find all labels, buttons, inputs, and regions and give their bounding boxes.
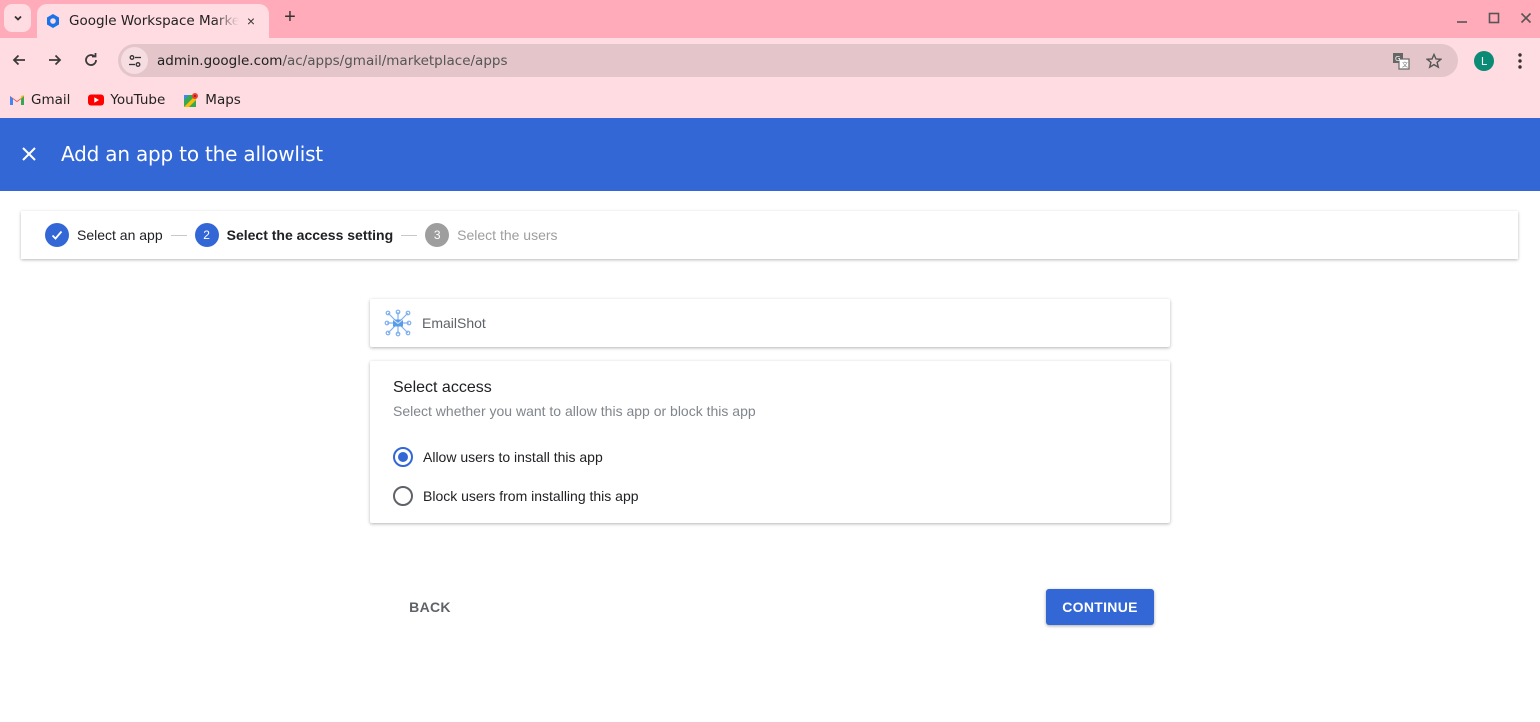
bookmark-youtube[interactable]: YouTube bbox=[88, 92, 165, 108]
chevron-down-icon bbox=[13, 15, 22, 21]
step-number-badge: 2 bbox=[194, 223, 219, 247]
bookmarks-bar: Gmail YouTube Maps bbox=[0, 82, 1540, 118]
translate-button[interactable]: G文 bbox=[1390, 50, 1412, 72]
star-icon bbox=[1426, 53, 1442, 69]
step-divider bbox=[401, 234, 418, 236]
gmail-icon bbox=[10, 95, 24, 105]
step-label: Select an app bbox=[77, 227, 163, 243]
bookmark-label: YouTube bbox=[110, 92, 166, 108]
step-label: Select the users bbox=[457, 227, 558, 243]
translate-icon: G文 bbox=[1393, 53, 1410, 70]
bookmark-gmail[interactable]: Gmail bbox=[9, 92, 70, 108]
more-vert-icon bbox=[1518, 53, 1522, 69]
arrow-left-icon bbox=[12, 54, 25, 66]
tune-icon bbox=[128, 54, 141, 67]
arrow-right-icon bbox=[49, 54, 62, 66]
step-label: Select the access setting bbox=[226, 227, 394, 243]
minimize-button[interactable] bbox=[1452, 8, 1472, 28]
profile-avatar[interactable]: L bbox=[1474, 51, 1494, 71]
window-close-button[interactable] bbox=[1516, 8, 1536, 28]
minimize-icon bbox=[1457, 21, 1467, 23]
svg-text:文: 文 bbox=[1402, 61, 1408, 69]
browser-toolbar: admin.google.com/ac/apps/gmail/marketpla… bbox=[0, 38, 1540, 82]
svg-text:G: G bbox=[1395, 55, 1400, 63]
back-button[interactable]: BACK bbox=[396, 589, 464, 625]
step-divider bbox=[170, 234, 187, 236]
access-title: Select access bbox=[393, 379, 492, 396]
radio-label: Allow users to install this app bbox=[423, 449, 603, 465]
radio-button-unchecked[interactable] bbox=[393, 486, 413, 506]
step-number-badge: 3 bbox=[425, 223, 450, 247]
browser-menu-button[interactable] bbox=[1510, 50, 1530, 72]
workspace-favicon-icon bbox=[47, 14, 59, 28]
page-title: Add an app to the allowlist bbox=[61, 142, 323, 166]
bookmark-star-button[interactable] bbox=[1423, 50, 1445, 72]
continue-button[interactable]: CONTINUE bbox=[1046, 589, 1154, 625]
browser-tab-bar: Google Workspace Marketplace × + bbox=[0, 0, 1540, 38]
step-select-users: 3 Select the users bbox=[425, 223, 558, 247]
bookmark-label: Maps bbox=[205, 92, 241, 108]
close-icon bbox=[1520, 12, 1532, 24]
close-icon bbox=[22, 147, 36, 161]
step-access-setting: 2 Select the access setting bbox=[194, 223, 394, 247]
forward-nav-button[interactable] bbox=[43, 48, 67, 72]
access-subtitle: Select whether you want to allow this ap… bbox=[393, 403, 756, 419]
maps-icon bbox=[184, 93, 199, 107]
tab-title: Google Workspace Marketplace bbox=[69, 13, 239, 29]
back-nav-button[interactable] bbox=[7, 48, 31, 72]
radio-allow-install[interactable]: Allow users to install this app bbox=[393, 447, 603, 467]
url-path: /ac/apps/gmail/marketplace/apps bbox=[282, 52, 508, 69]
new-tab-button[interactable]: + bbox=[279, 6, 301, 28]
stepper: Select an app 2 Select the access settin… bbox=[21, 211, 1518, 259]
tab-search-button[interactable] bbox=[4, 4, 31, 32]
bookmark-label: Gmail bbox=[31, 92, 71, 108]
reload-button[interactable] bbox=[79, 48, 103, 72]
address-bar[interactable]: admin.google.com/ac/apps/gmail/marketpla… bbox=[118, 44, 1458, 77]
tab-close-icon[interactable]: × bbox=[241, 11, 261, 31]
step-done-badge bbox=[45, 223, 69, 247]
radio-button-checked[interactable] bbox=[393, 447, 413, 467]
step-select-app: Select an app bbox=[45, 223, 163, 247]
radio-block-install[interactable]: Block users from installing this app bbox=[393, 486, 639, 506]
url-host: admin.google.com bbox=[157, 52, 283, 69]
radio-label: Block users from installing this app bbox=[423, 488, 639, 504]
browser-tab-active[interactable]: Google Workspace Marketplace × bbox=[37, 4, 269, 38]
youtube-icon bbox=[88, 94, 105, 106]
bookmark-maps[interactable]: Maps bbox=[183, 92, 241, 108]
maximize-icon bbox=[1488, 12, 1500, 24]
app-header: Add an app to the allowlist bbox=[0, 118, 1540, 191]
app-name: EmailShot bbox=[422, 315, 486, 331]
maximize-button[interactable] bbox=[1484, 8, 1504, 28]
select-access-card: Select access Select whether you want to… bbox=[370, 361, 1170, 523]
site-info-button[interactable] bbox=[121, 47, 148, 74]
close-dialog-button[interactable] bbox=[17, 142, 41, 166]
selected-app-card: EmailShot bbox=[370, 299, 1170, 347]
reload-icon bbox=[85, 53, 97, 66]
check-icon bbox=[51, 230, 63, 240]
url-text: admin.google.com/ac/apps/gmail/marketpla… bbox=[157, 53, 508, 69]
emailshot-icon bbox=[384, 309, 412, 337]
